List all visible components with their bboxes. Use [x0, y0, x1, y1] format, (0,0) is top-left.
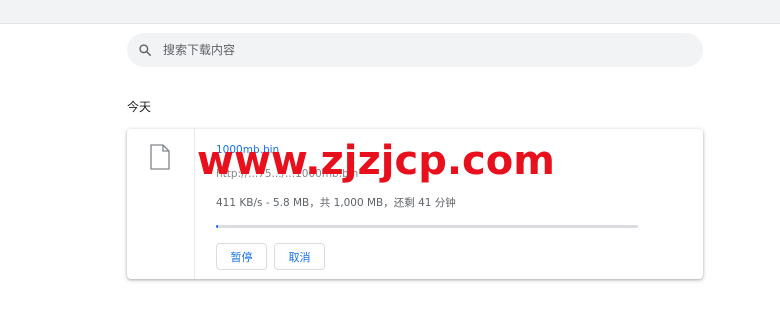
download-status: 411 KB/s - 5.8 MB，共 1,000 MB，还剩 41 分钟 [216, 197, 456, 209]
date-header: 今天 [127, 100, 152, 114]
search-icon [139, 44, 152, 57]
search-bar[interactable] [127, 33, 703, 67]
download-progress-fill [216, 225, 219, 228]
download-progress-bar [216, 225, 638, 228]
watermark-text: www.zjzjcp.com [197, 138, 555, 184]
search-input[interactable] [163, 33, 683, 67]
browser-top-bar [0, 0, 780, 24]
file-icon [150, 144, 170, 170]
cancel-button[interactable]: 取消 [274, 243, 325, 270]
pause-button[interactable]: 暂停 [216, 243, 267, 270]
card-divider [194, 129, 195, 279]
